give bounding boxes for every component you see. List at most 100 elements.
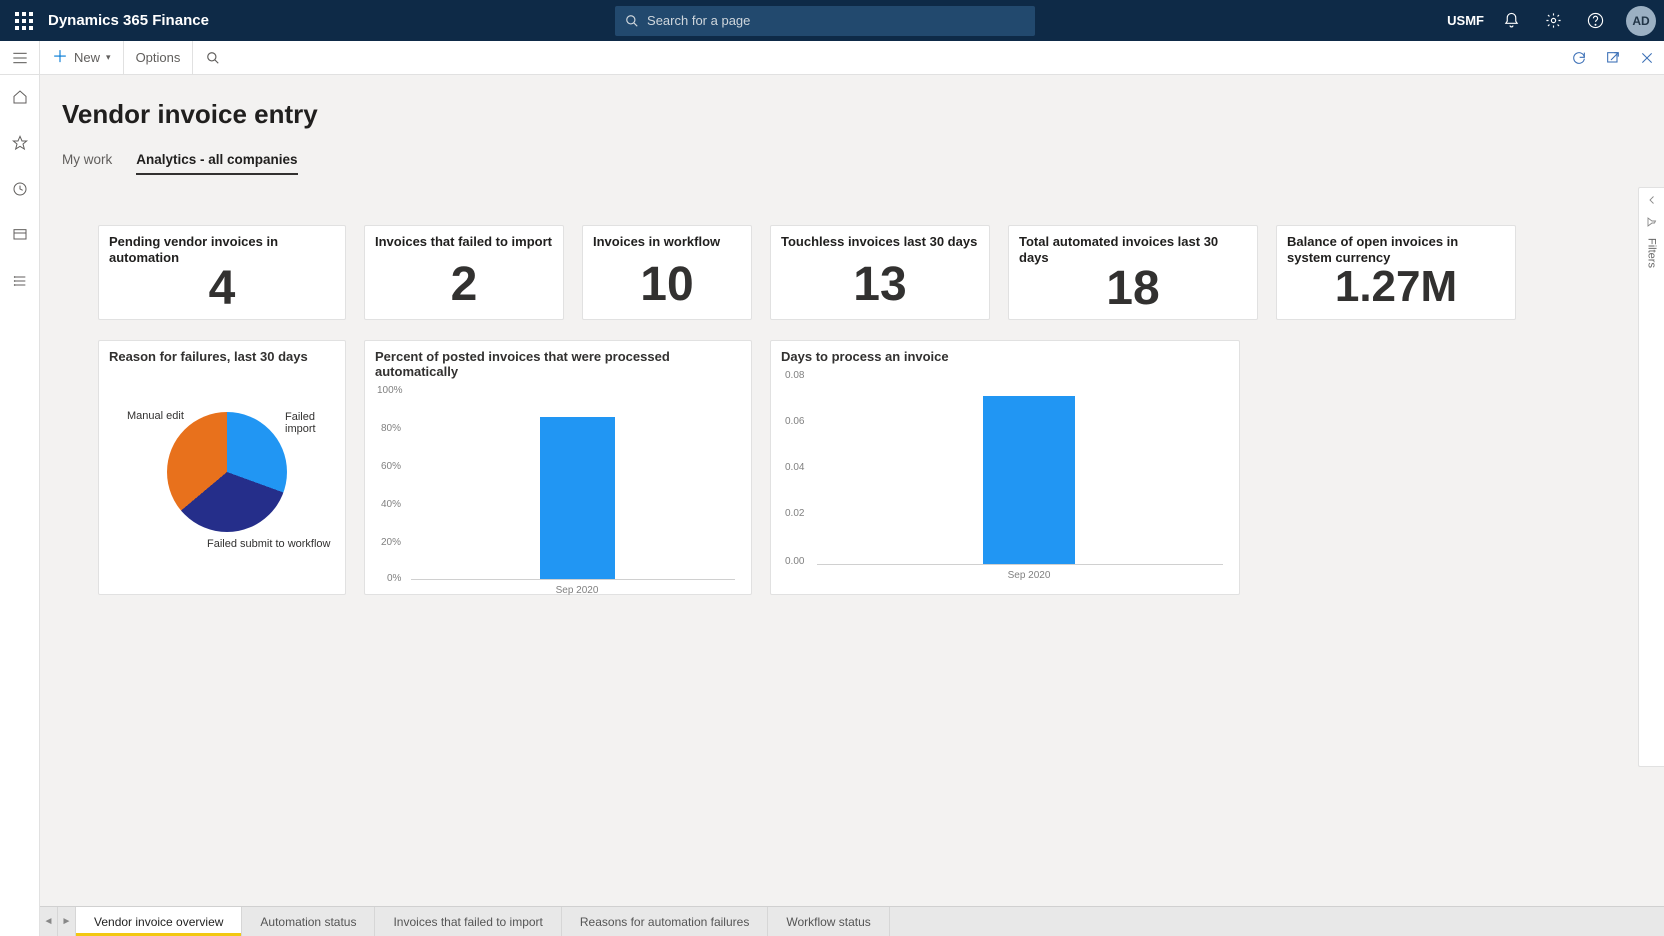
kpi-value: 18 (1019, 265, 1247, 313)
tab-analytics-all-companies[interactable]: Analytics - all companies (136, 146, 297, 175)
report-tab-workflow-status[interactable]: Workflow status (768, 907, 889, 936)
global-search-input[interactable]: Search for a page (615, 6, 1035, 36)
chart-title: Reason for failures, last 30 days (109, 349, 335, 364)
search-icon (625, 14, 639, 28)
kpi-total-automated[interactable]: Total automated invoices last 30 days 18 (1008, 225, 1258, 320)
chart-failure-reasons[interactable]: Reason for failures, last 30 days Manual… (98, 340, 346, 595)
nav-recent[interactable] (0, 175, 40, 203)
chart-row: Reason for failures, last 30 days Manual… (98, 340, 1606, 595)
y-tick: 0% (387, 573, 401, 584)
report-tabs-next[interactable]: ► (58, 907, 76, 936)
y-tick: 0.00 (785, 556, 804, 567)
report-tab-automation-status[interactable]: Automation status (242, 907, 375, 936)
settings-button[interactable] (1534, 0, 1574, 41)
kpi-value: 13 (781, 261, 979, 309)
nav-workspaces[interactable] (0, 221, 40, 249)
left-nav-rail (0, 75, 40, 936)
kpi-failed-import[interactable]: Invoices that failed to import 2 (364, 225, 564, 320)
x-tick: Sep 2020 (1008, 570, 1051, 581)
refresh-icon (1571, 50, 1587, 66)
y-tick: 0.02 (785, 508, 804, 519)
page-tabs: My work Analytics - all companies (62, 146, 1642, 175)
filter-icon (1646, 216, 1658, 228)
popout-icon (1605, 50, 1621, 66)
kpi-label: Invoices in workflow (593, 234, 741, 250)
bar (540, 417, 615, 579)
y-tick: 100% (377, 385, 403, 396)
plus-icon: ＋ (52, 50, 68, 66)
kpi-label: Pending vendor invoices in automation (109, 234, 335, 265)
company-picker[interactable]: USMF (1441, 13, 1490, 28)
help-button[interactable] (1576, 0, 1616, 41)
nav-modules[interactable] (0, 267, 40, 295)
y-tick: 0.04 (785, 462, 804, 473)
y-tick: 20% (381, 537, 401, 548)
chart-days-to-process[interactable]: Days to process an invoice 0.08 0.06 0.0… (770, 340, 1240, 595)
kpi-label: Balance of open invoices in system curre… (1287, 234, 1505, 265)
search-placeholder: Search for a page (647, 13, 750, 28)
report-tab-strip: ◄ ► Vendor invoice overview Automation s… (40, 906, 1664, 936)
report-tab-failure-reasons[interactable]: Reasons for automation failures (562, 907, 768, 936)
app-launcher-button[interactable] (0, 0, 48, 41)
modules-icon (12, 273, 28, 289)
kpi-value: 4 (109, 265, 335, 313)
options-label: Options (136, 50, 181, 65)
nav-home[interactable] (0, 83, 40, 111)
chevron-down-icon: ▾ (106, 52, 111, 63)
filters-label: Filters (1646, 238, 1658, 268)
star-icon (12, 135, 28, 151)
popout-button[interactable] (1596, 41, 1630, 75)
dashboard: Pending vendor invoices in automation 4 … (40, 175, 1664, 595)
clock-icon (12, 181, 28, 197)
x-tick: Sep 2020 (556, 585, 599, 596)
user-avatar[interactable]: AD (1626, 6, 1656, 36)
page-header: Vendor invoice entry My work Analytics -… (40, 75, 1664, 175)
close-button[interactable] (1630, 41, 1664, 75)
options-button[interactable]: Options (124, 41, 194, 75)
chart-title: Days to process an invoice (781, 349, 1229, 364)
chart-percent-automated[interactable]: Percent of posted invoices that were pro… (364, 340, 752, 595)
hamburger-icon (12, 52, 28, 64)
y-tick: 0.08 (785, 370, 804, 381)
kpi-pending-invoices[interactable]: Pending vendor invoices in automation 4 (98, 225, 346, 320)
report-tab-failed-import[interactable]: Invoices that failed to import (375, 907, 561, 936)
y-tick: 40% (381, 499, 401, 510)
kpi-row: Pending vendor invoices in automation 4 … (98, 225, 1606, 320)
main-area: Vendor invoice entry My work Analytics -… (40, 75, 1664, 936)
gear-icon (1545, 12, 1562, 29)
filters-panel-toggle[interactable]: Filters (1638, 187, 1664, 767)
x-axis (411, 579, 735, 580)
nav-toggle-button[interactable] (0, 41, 40, 75)
kpi-open-balance[interactable]: Balance of open invoices in system curre… (1276, 225, 1516, 320)
kpi-label: Total automated invoices last 30 days (1019, 234, 1247, 265)
shell: Vendor invoice entry My work Analytics -… (0, 75, 1664, 936)
pie-chart: Manual edit Failed import Failed submit … (109, 370, 335, 570)
bar-chart: 100% 80% 60% 40% 20% 0% Sep 2020 (375, 385, 741, 600)
refresh-button[interactable] (1562, 41, 1596, 75)
page-title: Vendor invoice entry (62, 99, 1642, 130)
x-axis (817, 564, 1223, 565)
kpi-label: Invoices that failed to import (375, 234, 553, 250)
kpi-value: 2 (375, 261, 553, 309)
new-button[interactable]: ＋ New ▾ (40, 41, 124, 75)
search-icon (206, 51, 220, 65)
kpi-touchless[interactable]: Touchless invoices last 30 days 13 (770, 225, 990, 320)
kpi-label: Touchless invoices last 30 days (781, 234, 979, 250)
action-search-button[interactable] (193, 51, 233, 65)
kpi-value: 10 (593, 261, 741, 309)
tab-my-work[interactable]: My work (62, 146, 112, 175)
y-tick: 80% (381, 423, 401, 434)
y-tick: 0.06 (785, 416, 804, 427)
report-tab-vendor-overview[interactable]: Vendor invoice overview (76, 907, 242, 936)
app-title: Dynamics 365 Finance (48, 12, 209, 29)
kpi-in-workflow[interactable]: Invoices in workflow 10 (582, 225, 752, 320)
chart-title: Percent of posted invoices that were pro… (375, 349, 741, 379)
report-tabs-prev[interactable]: ◄ (40, 907, 58, 936)
notifications-button[interactable] (1492, 0, 1532, 41)
help-icon (1587, 12, 1604, 29)
nav-favorites[interactable] (0, 129, 40, 157)
bar (983, 396, 1075, 564)
command-bar: ＋ New ▾ Options (0, 41, 1664, 75)
chevron-left-icon (1646, 194, 1658, 206)
y-tick: 60% (381, 461, 401, 472)
